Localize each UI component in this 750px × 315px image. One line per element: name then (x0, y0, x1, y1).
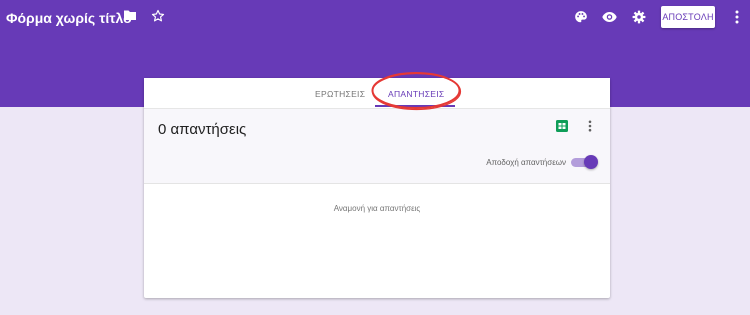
star-icon[interactable] (151, 9, 165, 23)
palette-icon[interactable] (574, 10, 588, 24)
waiting-message: Αναμονή για απαντήσεις (333, 204, 421, 213)
send-button[interactable]: ΑΠΟΣΤΟΛΗ (661, 6, 715, 28)
gear-icon[interactable] (632, 10, 646, 24)
folder-icon[interactable] (123, 9, 137, 21)
more-vert-icon[interactable] (588, 120, 592, 132)
eye-icon[interactable] (602, 11, 617, 23)
tab-questions[interactable]: ΕΡΩΤΗΣΕΙΣ (315, 89, 365, 99)
form-title[interactable]: Φόρμα χωρίς τίτλο (6, 9, 132, 27)
toggle-knob[interactable] (584, 155, 598, 169)
response-count: 0 απαντήσεις (158, 121, 247, 138)
annotation-ellipse (371, 72, 462, 111)
sheets-icon[interactable] (556, 120, 568, 132)
accepting-responses-label: Αποδοχή απαντήσεων (486, 158, 566, 167)
responses-summary: 0 απαντήσεις Αποδοχή απαντήσεων (144, 109, 610, 184)
more-vert-icon[interactable] (735, 10, 739, 24)
